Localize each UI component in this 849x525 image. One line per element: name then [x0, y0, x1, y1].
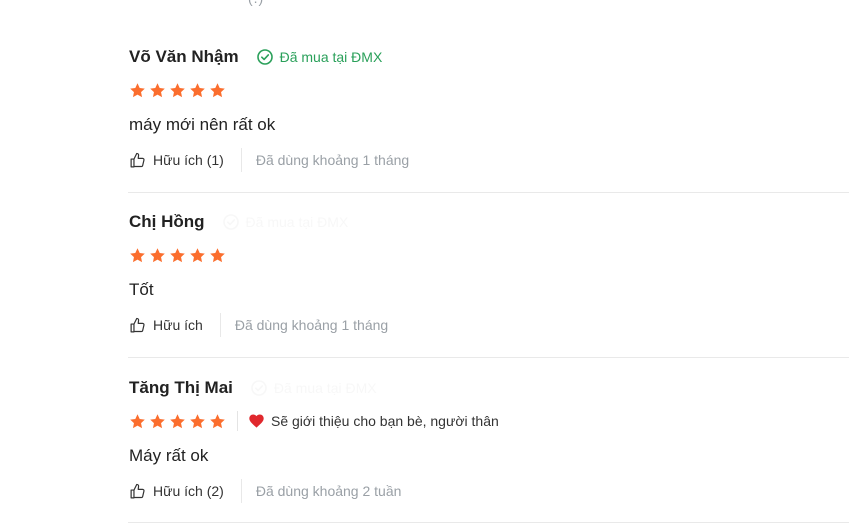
- star-icon: [150, 413, 165, 428]
- purchased-badge-label: Đã mua tại ĐMX: [279, 49, 383, 65]
- purchased-badge-label: Đã mua tại ĐMX: [273, 380, 377, 396]
- star-rating: [129, 247, 229, 264]
- purchased-badge-label: Đã mua tại ĐMX: [245, 214, 349, 230]
- check-circle-icon: [251, 380, 267, 396]
- star-icon: [170, 82, 185, 97]
- star-icon: [210, 413, 225, 428]
- review-divider: [128, 357, 849, 358]
- recommend-note: Sẽ giới thiệu cho bạn bè, người thân: [237, 411, 499, 431]
- review-item: Võ Văn Nhậm Đã mua tại ĐMX máy mới nên r…: [129, 46, 849, 172]
- usage-duration: Đã dùng khoảng 1 tháng: [255, 152, 410, 168]
- review-footer: Hữu ích Đã dùng khoảng 1 tháng: [129, 313, 849, 337]
- recommend-label: Sẽ giới thiệu cho bạn bè, người thân: [271, 413, 499, 429]
- star-icon: [130, 247, 145, 262]
- usage-duration: Đã dùng khoảng 2 tuần: [255, 483, 402, 499]
- check-circle-icon: [222, 214, 239, 230]
- review-text: Máy rất ok: [129, 446, 209, 465]
- review-header: Võ Văn Nhậm Đã mua tại ĐMX: [129, 46, 849, 68]
- star-icon: [190, 413, 205, 428]
- star-icon: [170, 247, 185, 262]
- rating-row: [129, 245, 849, 265]
- thumbs-up-icon: [130, 483, 145, 498]
- review-divider: [128, 192, 849, 193]
- footer-divider: [219, 313, 221, 337]
- review-footer: Hữu ích (2) Đã dùng khoảng 2 tuần: [129, 479, 849, 503]
- purchased-badge: Đã mua tại ĐMX: [251, 380, 377, 396]
- previous-review-fragment: (.): [248, 0, 264, 6]
- reviewer-name: Võ Văn Nhậm: [129, 47, 239, 66]
- star-icon: [170, 413, 185, 428]
- helpful-button[interactable]: Hữu ích (2): [129, 483, 224, 500]
- star-icon: [210, 247, 225, 262]
- star-rating: [129, 82, 229, 99]
- check-circle-icon: [256, 49, 273, 65]
- review-item: Chị Hồng Đã mua tại ĐMX Tốt Hữu ích Đã d…: [129, 211, 849, 337]
- rating-row: [129, 80, 849, 100]
- reviews-panel: (.) Võ Văn Nhậm Đã mua tại ĐMX máy mới n…: [0, 0, 849, 525]
- helpful-button[interactable]: Hữu ích: [129, 317, 203, 334]
- reviewer-name: Chị Hồng: [129, 212, 205, 231]
- review-text: máy mới nên rất ok: [129, 115, 276, 134]
- purchased-badge: Đã mua tại ĐMX: [256, 49, 383, 65]
- star-icon: [130, 413, 145, 428]
- review-footer: Hữu ích (1) Đã dùng khoảng 1 tháng: [129, 148, 849, 172]
- star-icon: [190, 82, 205, 97]
- review-divider: [128, 522, 849, 523]
- star-icon: [210, 82, 225, 97]
- helpful-label: Hữu ích: [153, 317, 203, 333]
- review-header: Chị Hồng Đã mua tại ĐMX: [129, 211, 849, 233]
- helpful-label: Hữu ích (1): [153, 152, 224, 168]
- footer-divider: [240, 148, 242, 172]
- heart-icon: [249, 414, 264, 428]
- review-item: Tăng Thị Mai Đã mua tại ĐMX Sẽ giới thiệ…: [129, 377, 849, 503]
- rating-row: Sẽ giới thiệu cho bạn bè, người thân: [129, 411, 849, 431]
- reviewer-name: Tăng Thị Mai: [129, 378, 233, 397]
- helpful-label: Hữu ích (2): [153, 483, 224, 499]
- thumbs-up-icon: [130, 152, 145, 167]
- thumbs-up-icon: [130, 317, 145, 332]
- star-rating: [129, 413, 229, 430]
- review-header: Tăng Thị Mai Đã mua tại ĐMX: [129, 377, 849, 399]
- star-icon: [190, 247, 205, 262]
- footer-divider: [240, 479, 242, 503]
- purchased-badge: Đã mua tại ĐMX: [222, 214, 349, 230]
- usage-duration: Đã dùng khoảng 1 tháng: [234, 317, 389, 333]
- helpful-button[interactable]: Hữu ích (1): [129, 152, 224, 169]
- star-icon: [150, 82, 165, 97]
- review-text: Tốt: [129, 280, 154, 299]
- star-icon: [150, 247, 165, 262]
- star-icon: [130, 82, 145, 97]
